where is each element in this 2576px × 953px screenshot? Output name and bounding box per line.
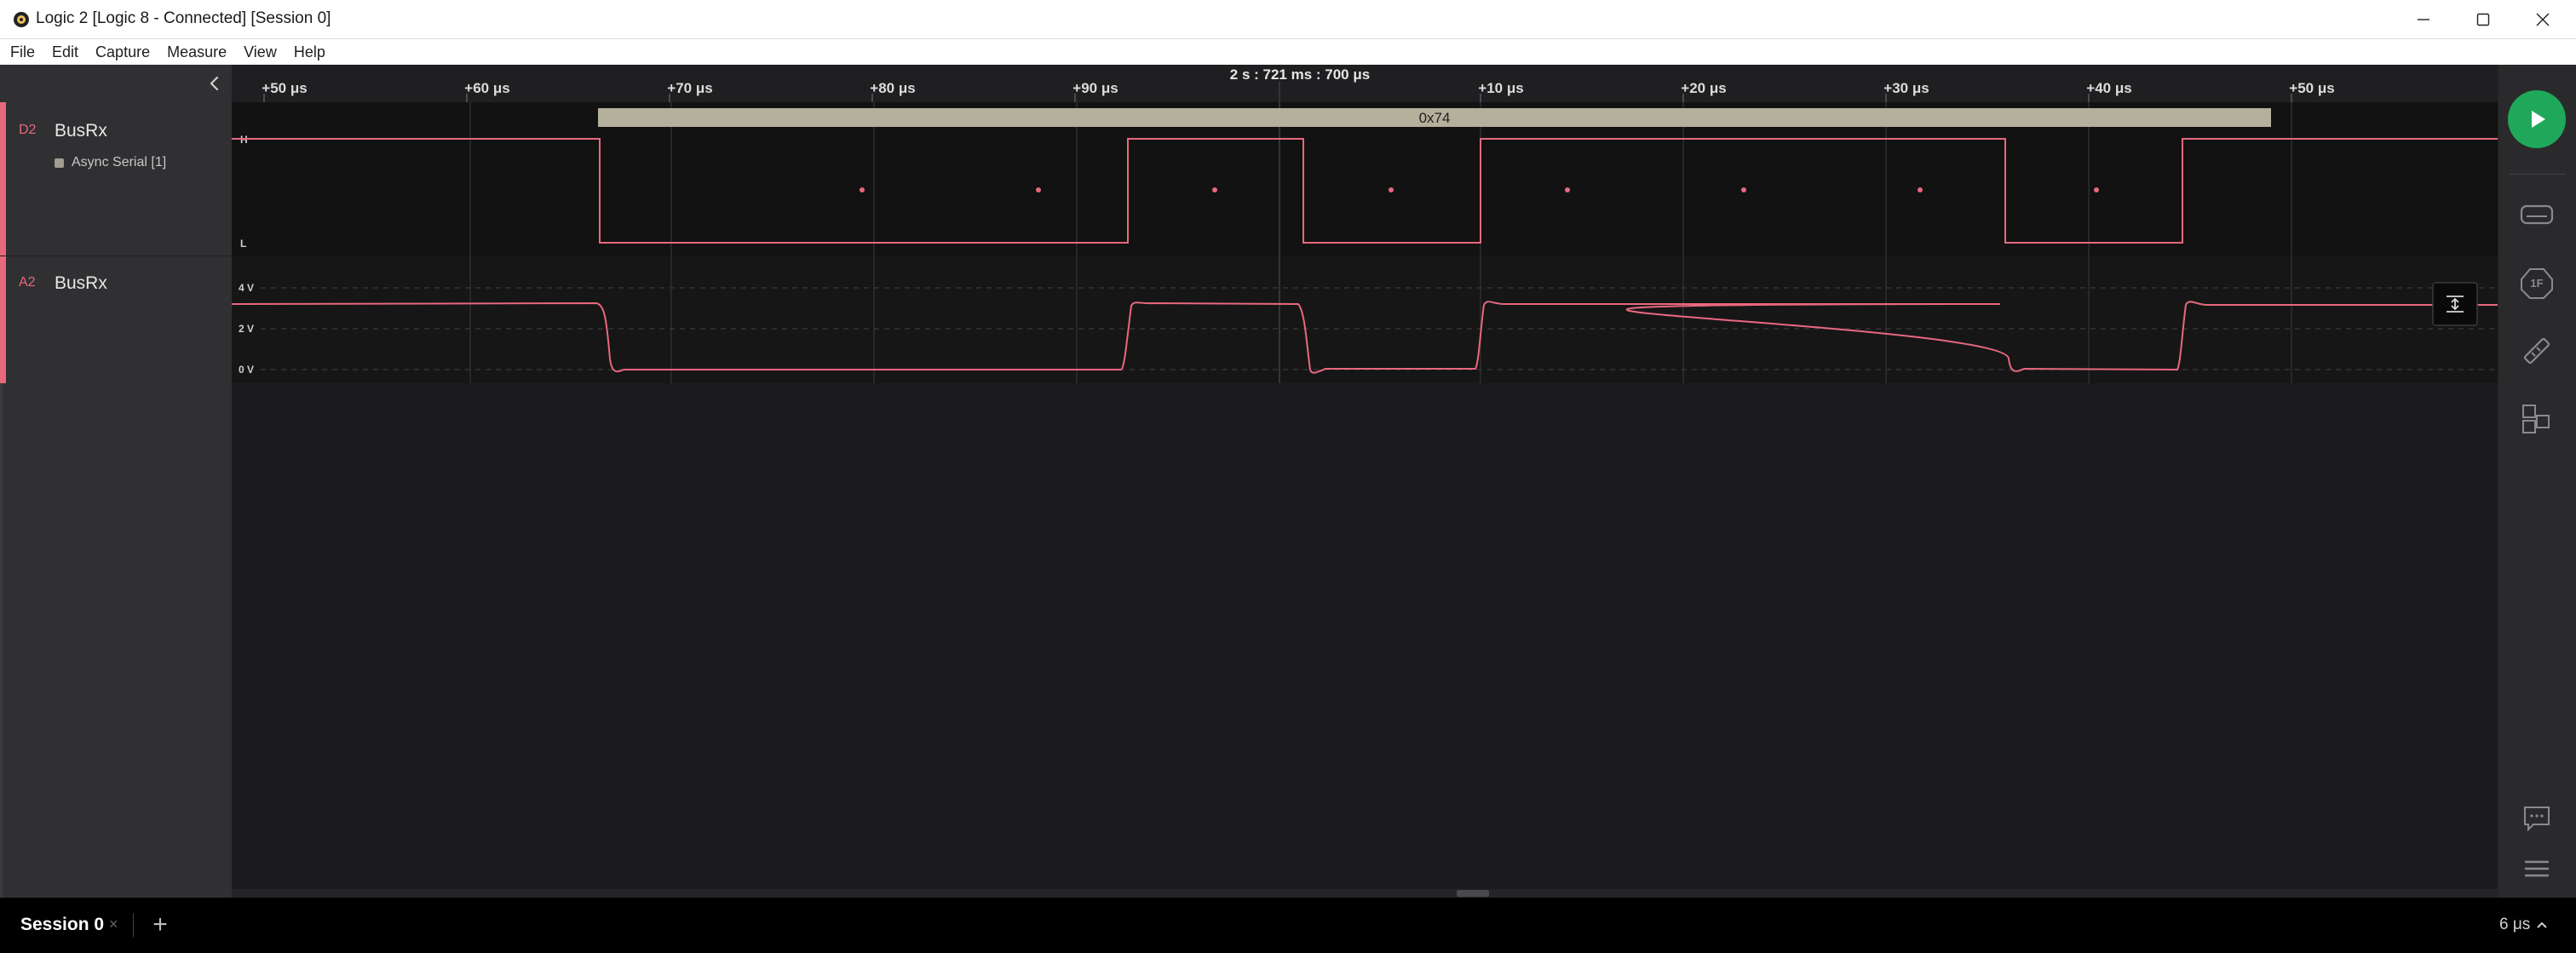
measurements-button[interactable] <box>2518 332 2556 370</box>
sidebar-divider <box>2510 174 2566 175</box>
tick-label: +90 μs <box>1072 80 1118 96</box>
channel-name[interactable]: BusRx <box>55 273 107 294</box>
tick-label: +30 μs <box>1883 80 1929 96</box>
chevron-up-icon[interactable] <box>2533 916 2550 933</box>
menu-bar: File Edit Capture Measure View Help <box>0 39 2576 65</box>
panel-edge <box>0 383 3 898</box>
scale-label: 0 V <box>239 364 254 376</box>
channel-row-d2[interactable]: D2 BusRx Async Serial [1] <box>0 102 232 255</box>
channel-id: A2 <box>19 275 36 290</box>
maximize-button[interactable] <box>2453 0 2513 39</box>
decoded-frame-value: 0x74 <box>1419 110 1451 126</box>
chevron-left-icon[interactable] <box>204 73 225 94</box>
notes-button[interactable] <box>2518 799 2556 836</box>
timescale-label[interactable]: 6 μs <box>2499 916 2530 934</box>
scale-label: 2 V <box>239 323 254 335</box>
tick-label: +50 μs <box>2289 80 2334 96</box>
measurements-icon <box>2523 337 2550 365</box>
logic-app-icon <box>14 12 29 27</box>
layout-icon <box>2522 405 2550 433</box>
analog-track-bg <box>232 255 2498 383</box>
level-low-label: L <box>240 238 246 250</box>
svg-text:1F: 1F <box>2530 277 2543 290</box>
analyzers-button[interactable] <box>2518 196 2556 233</box>
close-icon <box>2536 13 2550 26</box>
channel-row-a2[interactable]: A2 BusRx <box>0 255 232 383</box>
main-area: D2 BusRx Async Serial [1] A2 BusRx 2 s:… <box>0 65 2576 898</box>
channel-id: D2 <box>19 123 37 137</box>
empty-track-area <box>232 383 2498 889</box>
timeline-center-time: 2 s : 721 ms : 700 μs <box>1230 66 1370 83</box>
analyzer-color-icon <box>55 158 64 168</box>
scrollbar-thumb[interactable] <box>1457 890 1489 897</box>
tick-label: +20 μs <box>1681 80 1726 96</box>
analyzer-label[interactable]: Async Serial [1] <box>72 155 166 170</box>
start-capture-button[interactable] <box>2508 90 2566 148</box>
tick-label: +50 μs <box>262 80 307 96</box>
channel-color-bar <box>0 102 6 255</box>
play-icon <box>2532 111 2545 128</box>
waveform-canvas[interactable]: 2 s : 721 ms : 700 μs +50 μs +60 μs +70 … <box>232 65 2498 889</box>
menu-icon <box>2525 860 2549 877</box>
session-close-icon[interactable]: × <box>109 916 118 933</box>
scale-label: 4 V <box>239 282 254 294</box>
window-title: Logic 2 [Logic 8 - Connected] [Session 0… <box>36 9 331 27</box>
notes-icon <box>2524 807 2550 832</box>
tick-label: +40 μs <box>2086 80 2131 96</box>
minimize-button[interactable] <box>2394 0 2453 39</box>
session-tab[interactable]: Session 0 × <box>0 898 124 953</box>
menu-edit[interactable]: Edit <box>52 42 78 63</box>
session-tab-label[interactable]: Session 0 <box>20 915 104 935</box>
tick-label: +70 μs <box>667 80 712 96</box>
horizontal-scrollbar[interactable] <box>232 889 2498 898</box>
tab-divider <box>133 913 134 937</box>
menu-help[interactable]: Help <box>294 42 325 63</box>
layout-button[interactable] <box>2518 400 2556 438</box>
menu-view[interactable]: View <box>244 42 277 63</box>
status-bar: Session 0 × + 6 μs <box>0 898 2576 953</box>
title-bar: Logic 2 [Logic 8 - Connected] [Session 0… <box>0 0 2576 39</box>
menu-file[interactable]: File <box>10 42 35 63</box>
tick-label: +60 μs <box>464 80 509 96</box>
waveform-view[interactable]: 2 s : 721 ms : 700 μs +50 μs +60 μs +70 … <box>232 65 2498 889</box>
channel-color-bar <box>0 256 6 383</box>
menu-button[interactable] <box>2518 850 2556 887</box>
minimize-icon <box>2418 19 2429 20</box>
close-button[interactable] <box>2513 0 2573 39</box>
tick-label: +80 μs <box>870 80 915 96</box>
extensions-button[interactable]: 1F <box>2518 264 2556 301</box>
tick-label: +10 μs <box>1478 80 1523 96</box>
analyzers-icon <box>2520 204 2554 225</box>
right-sidebar <box>2498 65 2576 898</box>
maximize-icon <box>2476 13 2490 26</box>
menu-measure[interactable]: Measure <box>167 42 227 63</box>
menu-capture[interactable]: Capture <box>95 42 150 63</box>
channel-list-panel: D2 BusRx Async Serial [1] A2 BusRx <box>0 65 232 898</box>
add-session-button[interactable]: + <box>145 910 175 940</box>
channel-name[interactable]: BusRx <box>55 121 107 141</box>
logic2-window: Logic 2 [Logic 8 - Connected] [Session 0… <box>0 0 2576 953</box>
extensions-icon: 1F <box>2521 268 2553 299</box>
